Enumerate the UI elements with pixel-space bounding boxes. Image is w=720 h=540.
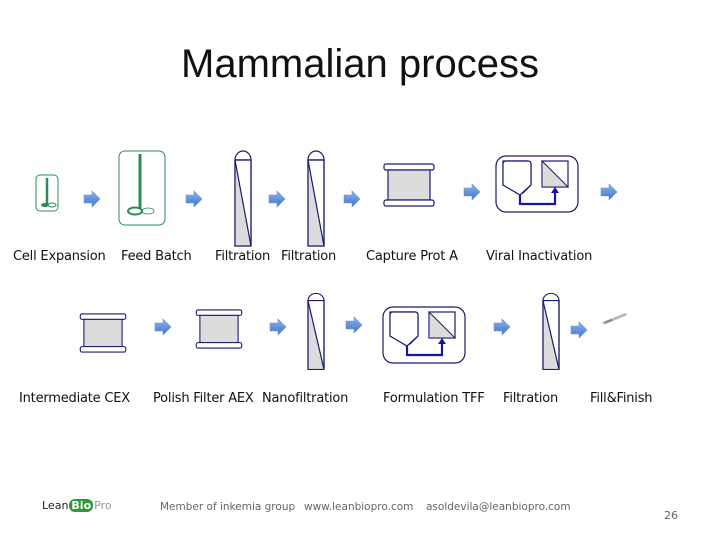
arrow-right-icon <box>345 316 363 334</box>
arrow-right-icon <box>600 183 618 201</box>
arrow-right-icon <box>83 190 101 208</box>
bioreactor-icon <box>118 150 166 226</box>
logo-text-bio: Bio <box>69 499 94 512</box>
arrow-right-icon <box>343 190 361 208</box>
company-logo: Lean Bio Pro <box>42 499 112 512</box>
step-label: Fill&Finish <box>590 391 653 406</box>
arrow-right-icon <box>154 318 172 336</box>
logo-text-pro: Pro <box>94 499 112 512</box>
footer-member: Member of inkemia group <box>160 501 296 513</box>
filter-cartridge-icon <box>233 148 253 248</box>
arrow-right-icon <box>493 318 511 336</box>
tank-filter-icon <box>495 155 579 213</box>
step-label: Filtration <box>215 249 271 264</box>
tank-filter-icon <box>382 306 466 364</box>
step-label: Cell Expansion <box>13 249 106 264</box>
step-label: Formulation TFF <box>383 391 485 406</box>
bioreactor-icon <box>35 174 59 212</box>
step-label: Nanofiltration <box>262 391 349 406</box>
step-label: Intermediate CEX <box>19 391 131 406</box>
arrow-right-icon <box>268 190 286 208</box>
arrow-right-icon <box>463 183 481 201</box>
chromatography-column-icon <box>193 309 245 349</box>
step-label: Feed Batch <box>121 249 192 264</box>
filter-cartridge-icon <box>541 291 561 371</box>
footer-website[interactable]: www.leanbiopro.com <box>304 501 413 513</box>
syringe-icon <box>602 313 628 325</box>
step-label: Polish Filter AEX <box>153 391 254 406</box>
slide-title: Mammalian process <box>181 42 539 86</box>
filter-cartridge-icon <box>306 148 326 248</box>
step-label: Filtration <box>503 391 559 406</box>
page-number: 26 <box>664 509 678 522</box>
step-label: Filtration <box>281 249 337 264</box>
footer-email[interactable]: asoldevila@leanbiopro.com <box>426 501 571 513</box>
logo-text-lean: Lean <box>42 499 69 512</box>
arrow-right-icon <box>185 190 203 208</box>
arrow-right-icon <box>269 318 287 336</box>
step-label: Capture Prot A <box>366 249 458 264</box>
arrow-right-icon <box>570 321 588 339</box>
filter-cartridge-icon <box>306 291 326 371</box>
chromatography-column-icon <box>77 313 129 353</box>
chromatography-column-icon <box>383 163 435 207</box>
step-label: Viral Inactivation <box>486 249 593 264</box>
